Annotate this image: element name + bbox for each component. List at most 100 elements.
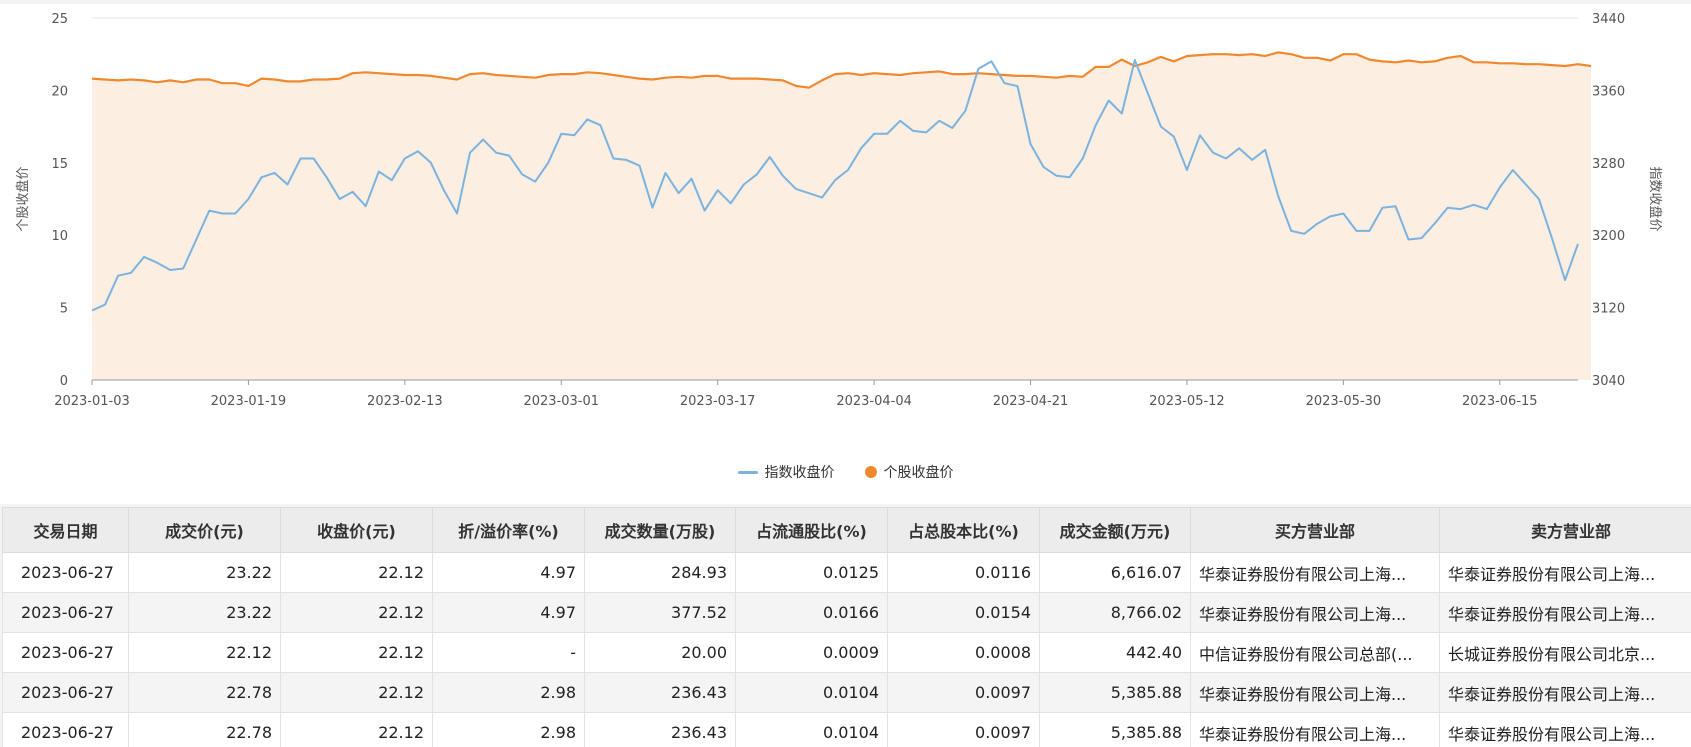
cell-float-ratio: 0.0125 [735,552,888,593]
cell-close-price: 22.12 [280,592,433,633]
data-table: 交易日期 成交价(元) 收盘价(元) 折/溢价率(%) 成交数量(万股) 占流通… [2,507,1691,747]
y-left-tick-label: 10 [51,229,68,244]
x-tick-label: 2023-06-15 [1462,394,1538,409]
axis-layer [91,379,1578,385]
header-cell[interactable]: 买方营业部 [1190,507,1440,553]
cell-buyer[interactable]: 中信证券股份有限公司总部(... [1190,632,1440,673]
cell-volume: 236.43 [584,712,736,747]
y-right-axis-title: 指数收盘价 [1647,166,1663,231]
table-row: 2023-06-27 22.78 22.12 2.98 236.43 0.010… [2,712,1691,747]
y-left-tick-label: 20 [51,84,68,99]
table-header-row: 交易日期 成交价(元) 收盘价(元) 折/溢价率(%) 成交数量(万股) 占流通… [2,507,1691,553]
y-right-tick-label: 3280 [1592,157,1625,172]
cell-float-ratio: 0.0166 [735,592,888,633]
cell-volume: 284.93 [584,552,736,593]
table-row: 2023-06-27 23.22 22.12 4.97 284.93 0.012… [2,552,1691,593]
cell-buyer[interactable]: 华泰证券股份有限公司上海... [1190,552,1440,593]
cell-premium-rate: 4.97 [432,552,585,593]
cell-trade-price: 23.22 [128,552,281,593]
cell-amount: 5,385.88 [1039,672,1191,713]
area-layer [92,52,1592,381]
cell-seller[interactable]: 长城证券股份有限公司北京... [1439,632,1691,673]
cell-float-ratio: 0.0104 [735,672,888,713]
block-trade-table: 交易日期 成交价(元) 收盘价(元) 折/溢价率(%) 成交数量(万股) 占流通… [2,507,1691,747]
x-tick-label: 2023-05-30 [1306,394,1382,409]
stock-area-fill [92,52,1592,381]
x-tick-label: 2023-01-19 [211,394,287,409]
x-tick-label: 2023-04-21 [993,394,1069,409]
x-tick-label: 2023-02-13 [367,394,443,409]
legend-label-stock: 个股收盘价 [883,465,954,481]
cell-premium-rate: - [432,632,585,673]
y-right-tick-label: 3120 [1592,302,1625,317]
cell-seller[interactable]: 华泰证券股份有限公司上海... [1439,592,1691,633]
header-cell[interactable]: 交易日期 [2,507,129,553]
legend-item-index[interactable]: 指数收盘价 [737,462,835,482]
cell-close-price: 22.12 [280,672,433,713]
x-tick-label: 2023-01-03 [54,394,130,409]
cell-date: 2023-06-27 [2,632,129,673]
y-right-tick-label: 3040 [1592,374,1625,389]
line-chart: 0 3040 5 3120 10 3200 15 3280 20 3360 25 3440 2023-0… [15,12,1663,409]
cell-float-ratio: 0.0104 [735,712,888,747]
cell-seller[interactable]: 华泰证券股份有限公司上海... [1439,712,1691,747]
cell-seller[interactable]: 华泰证券股份有限公司上海... [1439,552,1691,593]
x-tick-label: 2023-05-12 [1149,394,1225,409]
cell-close-price: 22.12 [280,712,433,747]
header-cell[interactable]: 成交数量(万股) [584,507,736,553]
cell-total-ratio: 0.0116 [887,552,1040,593]
cell-date: 2023-06-27 [2,552,129,593]
header-cell[interactable]: 折/溢价率(%) [432,507,585,553]
header-cell[interactable]: 卖方营业部 [1439,507,1691,553]
header-cell[interactable]: 成交价(元) [128,507,281,553]
cell-close-price: 22.12 [280,632,433,673]
cell-close-price: 22.12 [280,552,433,593]
cell-volume: 20.00 [584,632,736,673]
cell-float-ratio: 0.0009 [735,632,888,673]
y-left-tick-label: 5 [60,302,68,317]
cell-date: 2023-06-27 [2,672,129,713]
legend-label-index: 指数收盘价 [764,465,835,481]
cell-total-ratio: 0.0097 [887,672,1040,713]
cell-premium-rate: 2.98 [432,672,585,713]
y-left-tick-label: 25 [51,12,68,27]
header-cell[interactable]: 占流通股比(%) [735,507,888,553]
header-cell[interactable]: 成交金额(万元) [1039,507,1191,553]
cell-volume: 377.52 [584,592,736,633]
legend-line-icon [737,470,758,474]
cell-trade-price: 23.22 [128,592,281,633]
header-cell[interactable]: 收盘价(元) [280,507,433,553]
x-tick-label: 2023-03-17 [680,394,756,409]
y-left-tick-label: 0 [60,374,68,389]
x-tick-label: 2023-04-04 [836,394,912,409]
cell-amount: 5,385.88 [1039,712,1191,747]
cell-total-ratio: 0.0097 [887,712,1040,747]
cell-buyer[interactable]: 华泰证券股份有限公司上海... [1190,712,1440,747]
cell-volume: 236.43 [584,672,736,713]
cell-trade-price: 22.78 [128,712,281,747]
legend-dot-icon [864,466,877,478]
cell-total-ratio: 0.0154 [887,592,1040,633]
y-right-tick-label: 3360 [1592,84,1625,99]
cell-premium-rate: 2.98 [432,712,585,747]
y-right-tick-label: 3200 [1592,229,1625,244]
table-row: 2023-06-27 23.22 22.12 4.97 377.52 0.016… [2,592,1691,633]
cell-premium-rate: 4.97 [432,592,585,633]
cell-buyer[interactable]: 华泰证券股份有限公司上海... [1190,672,1440,713]
cell-date: 2023-06-27 [2,712,129,747]
legend-item-stock[interactable]: 个股收盘价 [864,462,954,482]
cell-amount: 6,616.07 [1039,552,1191,593]
x-tick-label: 2023-03-01 [523,394,599,409]
y-right-tick-label: 3440 [1592,12,1625,27]
cell-date: 2023-06-27 [2,592,129,633]
header-cell[interactable]: 占总股本比(%) [887,507,1040,553]
cell-buyer[interactable]: 华泰证券股份有限公司上海... [1190,592,1440,633]
cell-seller[interactable]: 华泰证券股份有限公司上海... [1439,672,1691,713]
cell-amount: 442.40 [1039,632,1191,673]
chart-legend: 指数收盘价 个股收盘价 [0,460,1691,484]
chart-panel: 0 3040 5 3120 10 3200 15 3280 20 3360 25 3440 2023-0… [0,4,1691,504]
cell-total-ratio: 0.0008 [887,632,1040,673]
y-left-axis-title: 个股收盘价 [15,166,31,231]
table-row: 2023-06-27 22.12 22.12 - 20.00 0.0009 0.… [2,632,1691,673]
y-left-tick-label: 15 [51,157,68,172]
